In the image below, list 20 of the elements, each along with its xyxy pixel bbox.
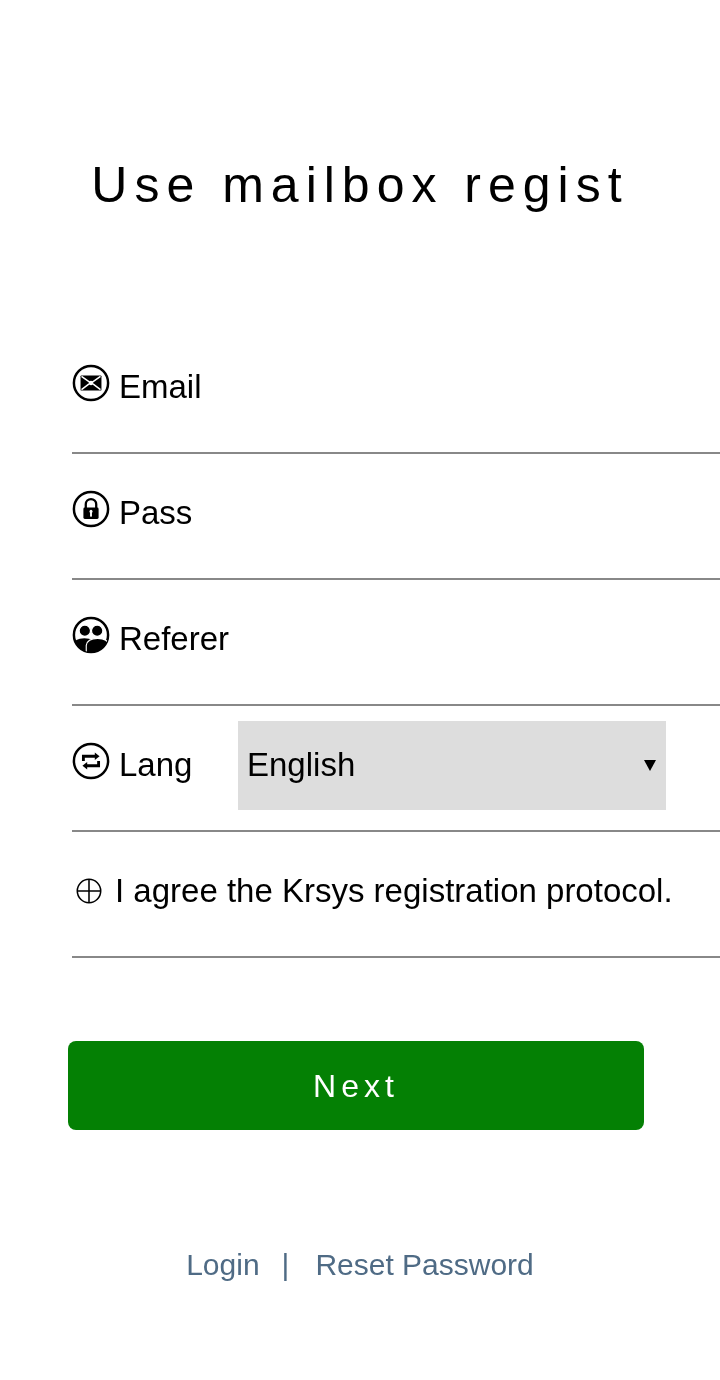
envelope-icon — [72, 364, 110, 402]
link-separator: | — [281, 1247, 290, 1283]
field-label: Email — [119, 367, 202, 407]
language-select[interactable]: English — [238, 720, 666, 810]
caret-icon — [644, 759, 656, 771]
field-label: Lang — [119, 745, 194, 785]
people-icon — [72, 616, 110, 654]
reset-password-link[interactable]: Reset Password — [315, 1245, 534, 1285]
field-label: Pass — [119, 493, 193, 533]
field-label: Referer — [119, 619, 230, 659]
input-field[interactable]: Email — [72, 328, 720, 454]
repeat-icon — [72, 742, 110, 780]
padlock-icon — [72, 490, 110, 528]
plus-circle-icon — [76, 878, 102, 904]
next-button[interactable]: Next — [68, 1041, 644, 1130]
input-field[interactable]: Pass — [72, 454, 720, 580]
page-title: Use mailbox regist — [90, 156, 630, 215]
login-link[interactable]: Login — [186, 1245, 260, 1285]
input-field[interactable]: Referer — [72, 580, 720, 706]
agreement-text: I agree the Krsys registration protocol. — [115, 871, 673, 911]
